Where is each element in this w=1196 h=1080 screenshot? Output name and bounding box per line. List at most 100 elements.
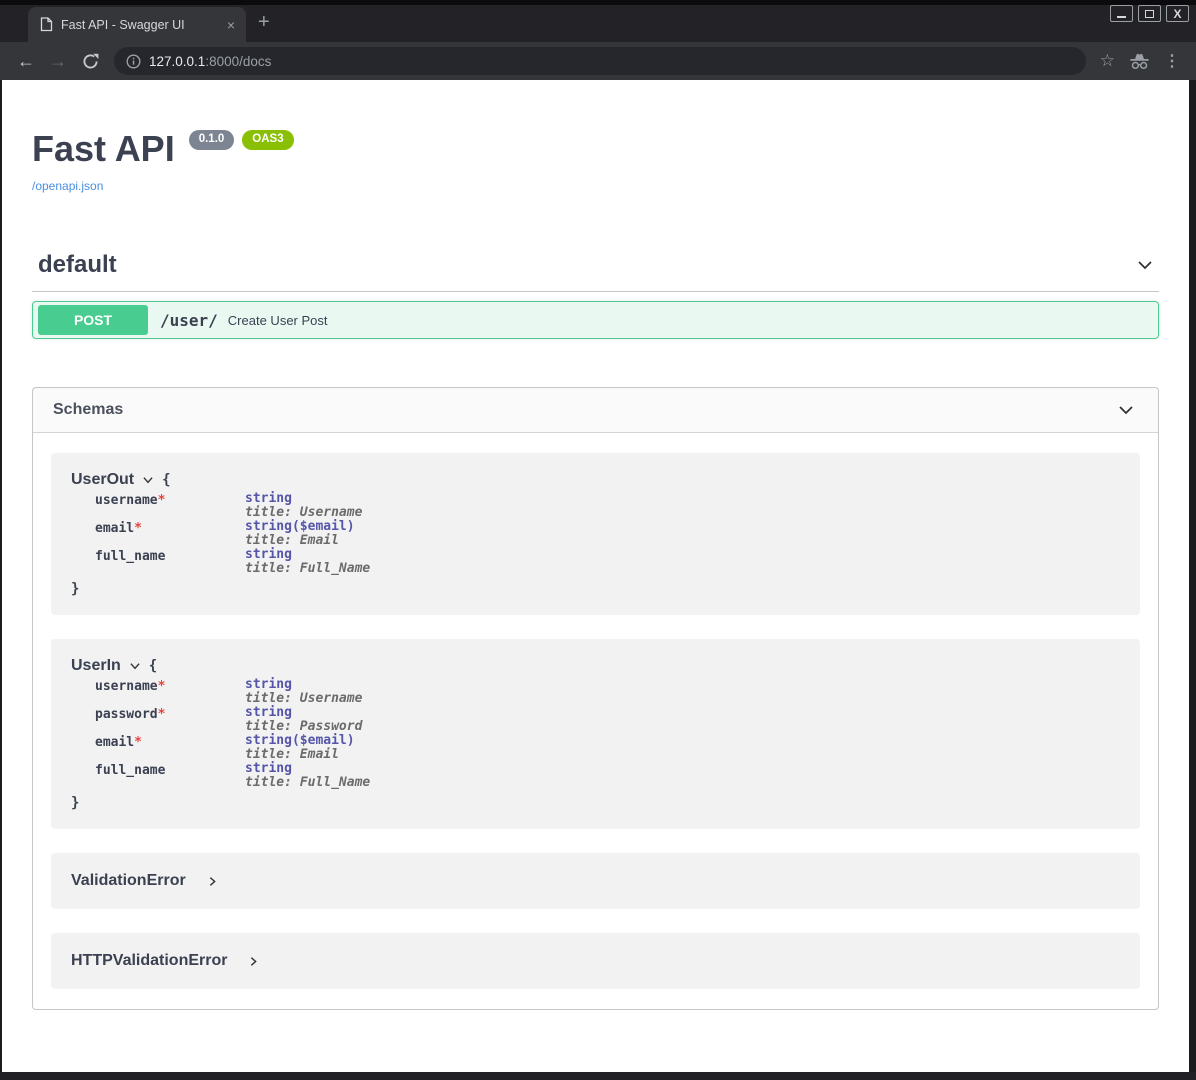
property-type: string (245, 762, 370, 776)
close-brace: } (71, 581, 1120, 597)
property-title: title: Email (245, 748, 355, 762)
http-method-badge: POST (38, 305, 148, 335)
site-info-icon[interactable] (126, 54, 141, 69)
maximize-icon (1145, 10, 1154, 18)
model-name: UserOut (71, 471, 134, 489)
model-properties: username* string title: Username passwor… (95, 678, 1120, 790)
close-brace: } (71, 795, 1120, 811)
property-definition: string($email) title: Email (245, 734, 355, 762)
page-favicon-icon (40, 17, 53, 32)
schemas-body: UserOut { username* string title: Userna… (33, 433, 1158, 1009)
endpoint-post-user[interactable]: POST /user/ Create User Post (32, 301, 1159, 339)
close-button[interactable]: X (1166, 5, 1189, 22)
required-star: * (134, 521, 142, 536)
browser-toolbar: ← → 127.0.0.1:8000/docs ☆ (0, 42, 1196, 80)
window-top-edge (0, 0, 1196, 5)
new-tab-button[interactable]: + (258, 12, 270, 32)
page-title: Fast API (32, 128, 175, 170)
required-star: * (158, 493, 166, 508)
reload-button[interactable] (76, 47, 104, 75)
tab-strip: Fast API - Swagger UI × + X (0, 0, 1196, 42)
property-name: email* (95, 734, 245, 762)
tag-section-default: default POST /user/ Create User Post (32, 251, 1159, 339)
page-content: Fast API 0.1.0 OAS3 /openapi.json defaul… (2, 80, 1189, 1072)
endpoint-path: /user/ (160, 311, 218, 330)
property-definition: string title: Username (245, 492, 362, 520)
property-definition: string title: Full_Name (245, 762, 370, 790)
chevron-down-icon[interactable] (1114, 398, 1138, 422)
model-userout: UserOut { username* string title: Userna… (51, 453, 1140, 615)
window-bottom-edge (0, 1072, 1196, 1080)
property-name: full_name (95, 548, 245, 576)
property-definition: string title: Password (245, 706, 362, 734)
model-properties: username* string title: Username email* … (95, 492, 1120, 576)
model-name: ValidationError (71, 872, 186, 890)
property-type: string (245, 492, 362, 506)
maximize-button[interactable] (1138, 5, 1161, 22)
property-row: email* string($email) title: Email (95, 520, 1120, 548)
bookmark-star-icon[interactable]: ☆ (1100, 51, 1115, 71)
back-button[interactable]: ← (12, 47, 40, 75)
toolbar-right-icons: ☆ ⋮ (1096, 51, 1184, 71)
model-name: UserIn (71, 657, 121, 675)
required-star: * (158, 679, 166, 694)
menu-kebab-icon[interactable]: ⋮ (1164, 51, 1180, 71)
property-name: email* (95, 520, 245, 548)
url-path: :8000/docs (205, 54, 271, 69)
chevron-down-icon[interactable] (141, 473, 155, 487)
reload-icon (82, 53, 99, 70)
property-definition: string title: Full_Name (245, 548, 370, 576)
schemas-header[interactable]: Schemas (33, 388, 1158, 433)
model-httpvalidationerror[interactable]: HTTPValidationError (51, 933, 1140, 989)
property-row: full_name string title: Full_Name (95, 548, 1120, 576)
chevron-down-icon[interactable] (128, 659, 142, 673)
window-controls: X (1110, 5, 1189, 22)
tab-close-icon[interactable]: × (224, 18, 238, 32)
url-host: 127.0.0.1 (149, 54, 205, 69)
oas3-badge: OAS3 (242, 130, 293, 150)
open-brace: { (149, 658, 157, 674)
property-type: string (245, 548, 370, 562)
close-icon: X (1173, 8, 1181, 20)
model-userin-title-row[interactable]: UserIn { (71, 657, 1120, 675)
property-title: title: Email (245, 534, 355, 548)
model-httpvalidationerror-title-row[interactable]: HTTPValidationError (71, 951, 1120, 971)
schemas-title: Schemas (53, 401, 123, 419)
property-name: password* (95, 706, 245, 734)
openapi-spec-link[interactable]: /openapi.json (32, 179, 103, 193)
property-title: title: Full_Name (245, 562, 370, 576)
property-name: full_name (95, 762, 245, 790)
chevron-right-icon[interactable] (206, 875, 219, 888)
property-name: username* (95, 678, 245, 706)
property-title: title: Username (245, 506, 362, 520)
model-validationerror[interactable]: ValidationError (51, 853, 1140, 909)
forward-button[interactable]: → (44, 47, 72, 75)
property-definition: string($email) title: Email (245, 520, 355, 548)
property-type: string (245, 678, 362, 692)
model-userout-title-row[interactable]: UserOut { (71, 471, 1120, 489)
minimize-button[interactable] (1110, 5, 1133, 22)
minimize-icon (1117, 16, 1126, 18)
schemas-section: Schemas UserOut { username* (32, 387, 1159, 1010)
api-title-row: Fast API 0.1.0 OAS3 (32, 128, 1159, 170)
chevron-down-icon[interactable] (1133, 253, 1157, 277)
chevron-right-icon[interactable] (247, 955, 260, 968)
incognito-icon (1129, 53, 1150, 70)
tag-section-header[interactable]: default (32, 251, 1159, 292)
property-definition: string title: Username (245, 678, 362, 706)
browser-tab[interactable]: Fast API - Swagger UI × (28, 7, 246, 42)
api-info: Fast API 0.1.0 OAS3 /openapi.json (32, 80, 1159, 195)
property-type: string($email) (245, 734, 355, 748)
version-badge: 0.1.0 (189, 130, 235, 150)
model-name: HTTPValidationError (71, 952, 227, 970)
property-row: full_name string title: Full_Name (95, 762, 1120, 790)
api-badges: 0.1.0 OAS3 (189, 130, 294, 150)
tab-title: Fast API - Swagger UI (61, 18, 216, 32)
model-validationerror-title-row[interactable]: ValidationError (71, 871, 1120, 891)
property-title: title: Full_Name (245, 776, 370, 790)
required-star: * (158, 707, 166, 722)
endpoint-summary: Create User Post (228, 313, 328, 328)
tag-section-title: default (38, 251, 117, 279)
property-title: title: Password (245, 720, 362, 734)
address-bar[interactable]: 127.0.0.1:8000/docs (114, 47, 1086, 75)
